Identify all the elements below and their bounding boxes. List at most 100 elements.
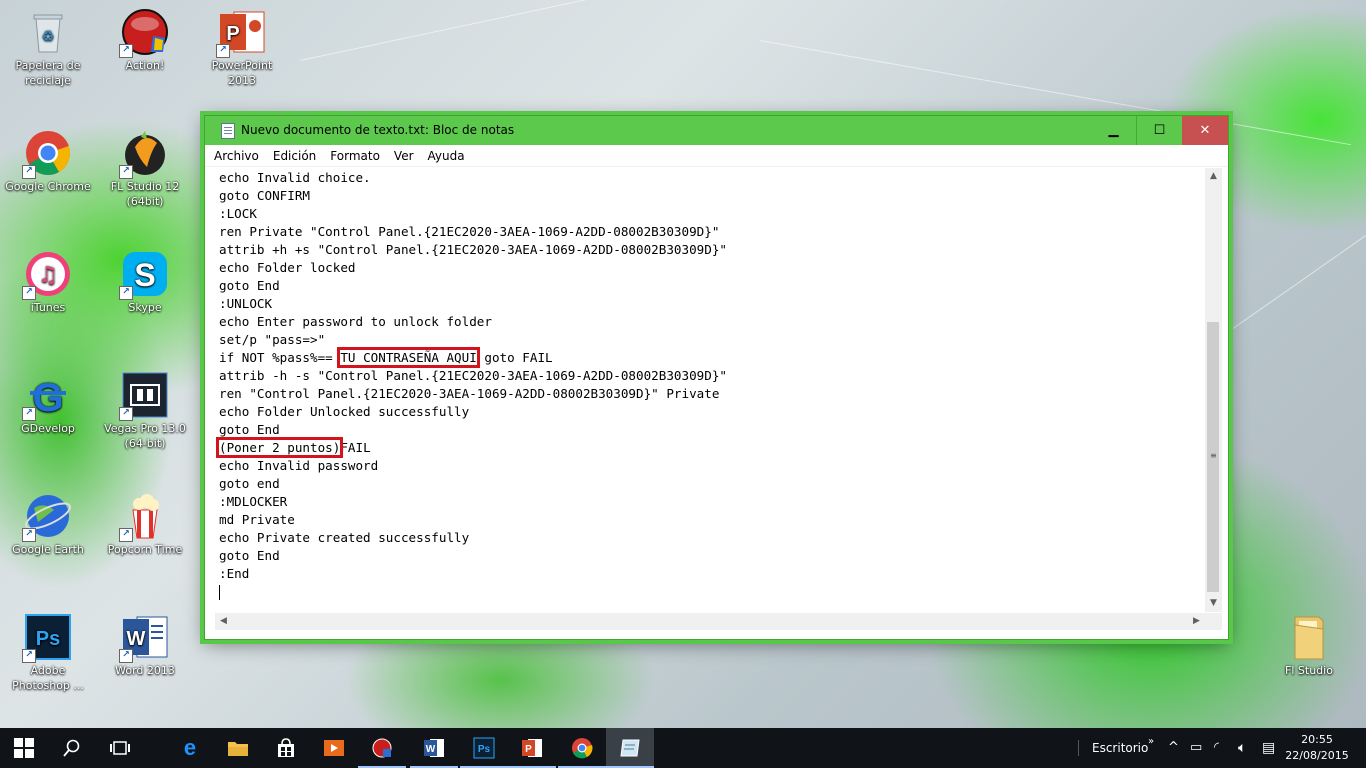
- code-line: goto end: [219, 476, 280, 491]
- vegas-icon: ↗: [119, 371, 169, 421]
- desktop-icon-google-earth[interactable]: ↗ Google Earth: [2, 492, 94, 557]
- photoshop-icon: Ps ↗: [22, 613, 72, 663]
- code-line: ren Private "Control Panel.{21EC2020-3AE…: [219, 224, 720, 239]
- code-line: goto End: [219, 548, 280, 563]
- shortcut-arrow-icon: ↗: [119, 44, 133, 58]
- chrome-icon[interactable]: [558, 728, 606, 768]
- tray-separator: [1078, 740, 1079, 756]
- light-streak: [300, 0, 672, 61]
- grip-icon: ≡: [1210, 451, 1217, 460]
- desktop-icon-fl-studio[interactable]: ↗ FL Studio 12 (64bit): [99, 129, 191, 209]
- photoshop-icon[interactable]: Ps: [460, 728, 508, 768]
- svg-text:W: W: [127, 628, 146, 650]
- search-icon[interactable]: [48, 728, 96, 768]
- scroll-thumb[interactable]: ≡: [1207, 322, 1219, 592]
- code-line: echo Folder Unlocked successfully: [219, 404, 470, 419]
- start-icon[interactable]: [0, 728, 48, 768]
- store-icon[interactable]: [262, 728, 310, 768]
- word-icon[interactable]: W: [410, 728, 458, 768]
- system-clock[interactable]: 20:55 22/08/2015: [1282, 732, 1352, 764]
- code-line: :LOCK: [219, 206, 257, 221]
- vertical-scrollbar[interactable]: ▲ ≡ ▼: [1205, 168, 1222, 612]
- desktop-icon-word[interactable]: W ↗ Word 2013: [99, 613, 191, 678]
- volume-icon[interactable]: 🔈︎: [1238, 728, 1246, 768]
- maximize-button[interactable]: ☐: [1136, 116, 1182, 145]
- close-button[interactable]: ✕: [1182, 116, 1228, 145]
- scroll-down-arrow-icon[interactable]: ▼: [1205, 595, 1222, 612]
- notepad-icon[interactable]: [606, 728, 654, 768]
- desktop-toolbar-label[interactable]: Escritorio: [1092, 728, 1148, 768]
- svg-text:Ps: Ps: [478, 744, 491, 755]
- desktop-icon-skype[interactable]: S ↗ Skype: [99, 250, 191, 315]
- code-line: md Private: [219, 512, 295, 527]
- scroll-up-arrow-icon[interactable]: ▲: [1205, 168, 1222, 185]
- svg-text:G: G: [32, 376, 63, 419]
- menu-formato[interactable]: Formato: [325, 146, 385, 167]
- svg-text:e: e: [184, 737, 196, 759]
- taskbar: e W Ps P Escritorio » ^ ▭ ◜ 🔈︎ ▤ 20:55 2…: [0, 728, 1366, 768]
- light-streak: [1230, 215, 1366, 331]
- code-line: attrib +h +s "Control Panel.{21EC2020-3A…: [219, 242, 727, 257]
- svg-text:S: S: [134, 257, 155, 293]
- title-bar[interactable]: Nuevo documento de texto.txt: Bloc de no…: [205, 116, 1228, 145]
- desktop-icon-powerpoint[interactable]: P ↗ PowerPoint 2013: [196, 8, 288, 88]
- code-line: :MDLOCKER: [219, 494, 288, 509]
- menu-archivo[interactable]: Archivo: [209, 146, 264, 167]
- powerpoint-icon: P ↗: [216, 8, 266, 58]
- light-streak: [1000, 0, 1323, 1]
- menu-ver[interactable]: Ver: [389, 146, 419, 167]
- desktop-icon-gdevelop[interactable]: G ↗ GDevelop: [2, 371, 94, 436]
- shortcut-arrow-icon: ↗: [22, 528, 36, 542]
- desktop-icon-vegas[interactable]: ↗ Vegas Pro 13.0 (64-bit): [99, 371, 191, 451]
- notepad-window: Nuevo documento de texto.txt: Bloc de no…: [204, 115, 1229, 640]
- resize-grip[interactable]: [1205, 613, 1222, 630]
- code-line: echo Enter password to unlock folder: [219, 314, 492, 329]
- code-line: ren "Control Panel.{21EC2020-3AEA-1069-A…: [219, 386, 720, 401]
- shortcut-arrow-icon: ↗: [22, 286, 36, 300]
- google-earth-icon: ↗: [22, 492, 72, 542]
- show-hidden-icons-chevron-icon[interactable]: ^: [1168, 728, 1179, 768]
- minimize-button[interactable]: ▁: [1091, 116, 1136, 145]
- clock-time: 20:55: [1301, 733, 1333, 746]
- desktop-icon-chrome[interactable]: ↗ Google Chrome: [2, 129, 94, 194]
- svg-text:Ps: Ps: [36, 628, 60, 650]
- desktop-icon-popcorn-time[interactable]: ↗ Popcorn Time: [99, 492, 191, 557]
- horizontal-scrollbar[interactable]: ◀ ▶: [215, 613, 1205, 630]
- code-line-suffix: FAIL: [340, 440, 371, 455]
- itunes-icon: ♫ ↗: [22, 250, 72, 300]
- text-editor[interactable]: echo Invalid choice. goto CONFIRM :LOCK …: [215, 167, 1205, 612]
- action-icon: ↗: [119, 8, 169, 58]
- code-line: goto End: [219, 422, 280, 437]
- code-line: echo Folder locked: [219, 260, 356, 275]
- code-line: attrib -h -s "Control Panel.{21EC2020-3A…: [219, 368, 727, 383]
- code-line-prefix: if NOT %pass%==: [219, 350, 341, 365]
- word-icon: W ↗: [119, 613, 169, 663]
- desktop-icon-photoshop[interactable]: Ps ↗ Adobe Photoshop ...: [2, 613, 94, 693]
- menu-ayuda[interactable]: Ayuda: [423, 146, 470, 167]
- toolbar-chevron-icon[interactable]: »: [1148, 722, 1154, 762]
- notepad-icon: [221, 123, 235, 139]
- network-icon[interactable]: ◜: [1214, 728, 1219, 768]
- powerpoint-icon[interactable]: P: [508, 728, 556, 768]
- svg-text:P: P: [525, 744, 532, 755]
- media-player-icon[interactable]: [310, 728, 358, 768]
- menu-edicion[interactable]: Edición: [268, 146, 321, 167]
- file-explorer-icon[interactable]: [214, 728, 262, 768]
- desktop-icon-action[interactable]: ↗ Action!: [99, 8, 191, 73]
- task-view-icon[interactable]: [96, 728, 144, 768]
- desktop-icon-recycle-bin[interactable]: ♻ Papelera de reciclaje: [2, 8, 94, 88]
- code-line: set/p "pass=>": [219, 332, 326, 347]
- skype-icon: S ↗: [119, 250, 169, 300]
- shortcut-arrow-icon: ↗: [22, 649, 36, 663]
- desktop-icon-fl-studio-folder[interactable]: Fl Studio: [1263, 613, 1355, 678]
- action-recorder-icon[interactable]: [358, 728, 406, 768]
- menu-bar: Archivo Edición Formato Ver Ayuda: [205, 145, 1228, 167]
- desktop-icon-itunes[interactable]: ♫ ↗ iTunes: [2, 250, 94, 315]
- scroll-right-arrow-icon[interactable]: ▶: [1188, 613, 1205, 630]
- action-center-icon[interactable]: ▤: [1262, 728, 1275, 768]
- svg-text:♫: ♫: [38, 263, 58, 288]
- scroll-left-arrow-icon[interactable]: ◀: [215, 613, 232, 630]
- code-line: echo Invalid choice.: [219, 170, 371, 185]
- edge-icon[interactable]: e: [166, 728, 214, 768]
- battery-icon[interactable]: ▭: [1190, 728, 1202, 768]
